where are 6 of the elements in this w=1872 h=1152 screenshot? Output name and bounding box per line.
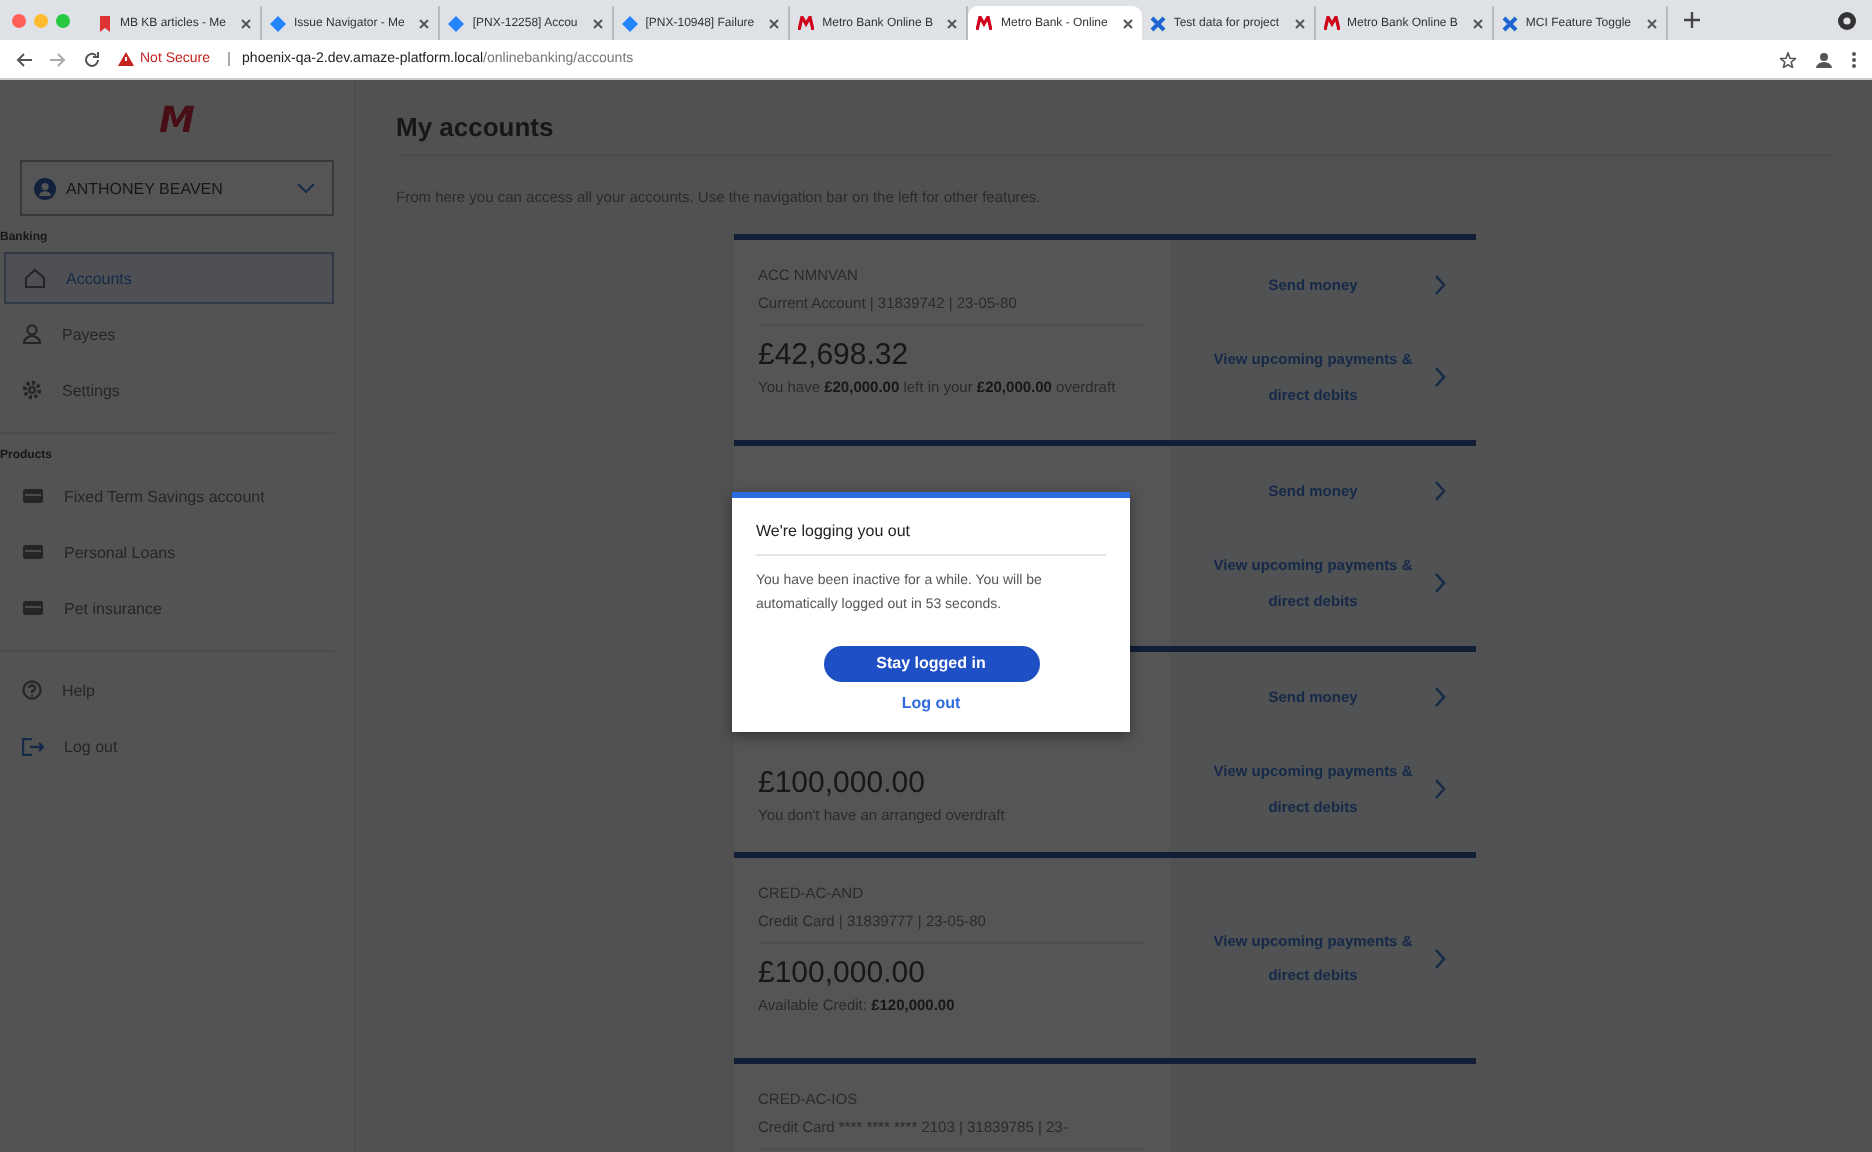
dialog-title: We're logging you out	[756, 522, 1106, 556]
log-out-link[interactable]: Log out	[901, 693, 961, 712]
account-balance: £42,698.32	[758, 338, 911, 372]
stay-logged-in-button[interactable]: Stay logged in	[823, 645, 1039, 682]
account-balance: £100,000.00	[758, 766, 927, 800]
account-balance: £100,000.00	[758, 956, 927, 990]
